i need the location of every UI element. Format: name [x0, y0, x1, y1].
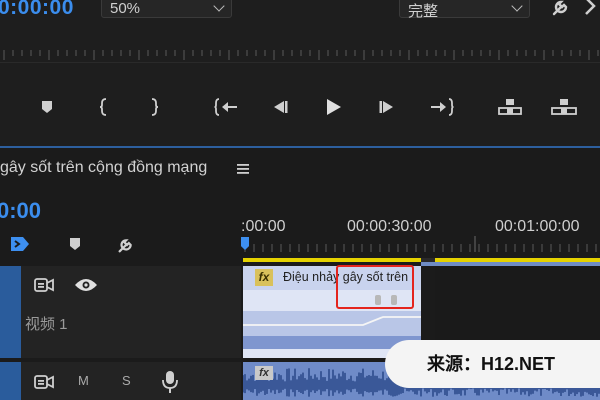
step-back-icon[interactable]: [262, 90, 296, 124]
add-marker-icon[interactable]: [67, 236, 83, 252]
go-to-out-icon[interactable]: [425, 90, 459, 124]
sequence-timecode[interactable]: 0:00: [0, 198, 41, 224]
ruler-label: 00:00:30:00: [347, 218, 432, 235]
track-target-v1[interactable]: [0, 266, 21, 358]
chevron-down-icon: [213, 0, 225, 12]
watermark: 来源：H12.NET: [385, 340, 600, 388]
sequence-tab-title[interactable]: gây sốt trên cộng đồng mạng: [0, 159, 207, 177]
zoom-level-select[interactable]: 50%: [101, 0, 232, 18]
toggle-sync-lock-icon[interactable]: [33, 373, 55, 391]
toggle-sync-lock-icon[interactable]: [33, 276, 55, 294]
zoom-level-value: 50%: [110, 0, 141, 17]
panel-menu-icon[interactable]: [584, 0, 600, 18]
go-to-in-icon[interactable]: [209, 90, 243, 124]
video-track-name[interactable]: 视频 1: [25, 313, 68, 334]
wrench-icon[interactable]: [116, 233, 138, 255]
highlight-box: [336, 265, 414, 309]
monitor-time-ruler[interactable]: [0, 40, 600, 63]
fx-badge[interactable]: fx: [255, 269, 273, 286]
mute-button[interactable]: M: [78, 373, 89, 388]
wrench-icon[interactable]: [550, 0, 574, 18]
mark-in-icon[interactable]: [87, 90, 121, 124]
playback-resolution-select[interactable]: 完整: [399, 0, 530, 20]
step-forward-icon[interactable]: [371, 90, 405, 124]
hamburger-menu-icon[interactable]: [236, 162, 250, 176]
ruler-label: :00:00: [241, 218, 286, 235]
mark-out-icon[interactable]: [137, 90, 171, 124]
track-target-a1[interactable]: [0, 362, 21, 400]
play-icon[interactable]: [316, 90, 350, 124]
playback-resolution-value: 完整: [408, 3, 439, 20]
program-monitor: [0, 0, 600, 146]
eye-icon[interactable]: [74, 277, 98, 293]
microphone-icon[interactable]: [161, 370, 179, 394]
snap-icon[interactable]: [9, 234, 31, 254]
clip-keyframe-lane: [243, 311, 421, 336]
add-marker-icon[interactable]: [30, 90, 64, 124]
chevron-down-icon: [511, 0, 523, 12]
solo-button[interactable]: S: [122, 373, 131, 388]
playhead-timecode[interactable]: 0:00:00: [0, 0, 74, 20]
ruler-label: 00:01:00:00: [495, 218, 580, 235]
extract-icon[interactable]: [547, 90, 581, 124]
lift-icon[interactable]: [493, 90, 527, 124]
fx-badge[interactable]: fx: [255, 366, 273, 380]
